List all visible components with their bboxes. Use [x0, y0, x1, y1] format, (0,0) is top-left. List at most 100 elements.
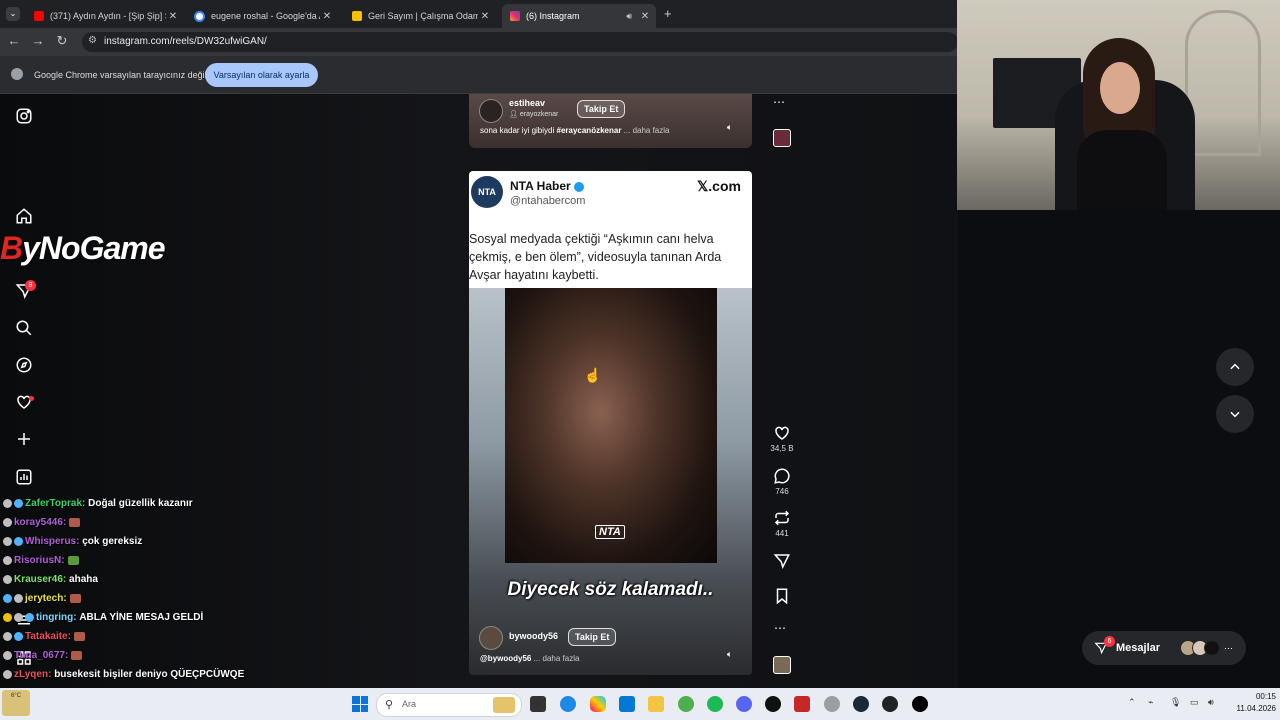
chrome-icon[interactable]: [678, 696, 694, 712]
follow-button[interactable]: Takip Et: [577, 100, 626, 118]
github-icon[interactable]: [765, 696, 781, 712]
set-default-button[interactable]: Varsayılan olarak ayarla: [205, 63, 318, 87]
new-tab-button[interactable]: +: [664, 6, 672, 21]
more-icon[interactable]: ⋯: [1224, 643, 1233, 654]
more-options-icon[interactable]: ⋯: [774, 621, 786, 635]
chevron-up-icon[interactable]: ⌃: [1128, 697, 1136, 708]
chat-line: Tatakaite:: [3, 627, 263, 646]
hashtag[interactable]: #eraycanözkenar: [557, 126, 622, 135]
mute-icon[interactable]: 🔈︎: [727, 649, 732, 660]
previous-reel[interactable]: estiheav 👤︎ erayozkenar Takip Et sona ka…: [469, 94, 752, 148]
close-icon[interactable]: ✕: [166, 11, 180, 22]
more-link[interactable]: ... daha fazla: [534, 654, 580, 663]
chat-line: RisoriusN:: [3, 551, 263, 570]
collab-name: erayozkenar: [519, 111, 559, 118]
caption-user[interactable]: @bywoody56: [480, 654, 531, 663]
mute-icon[interactable]: 🔈︎: [727, 122, 732, 133]
copilot-icon[interactable]: [590, 696, 606, 712]
tab-google[interactable]: eugene roshal - Google'da Ara ✕: [186, 4, 338, 28]
comment-icon: [774, 468, 790, 484]
taskbar-clock[interactable]: 00:15 11.04.2026: [1222, 691, 1276, 715]
discord-icon[interactable]: [736, 696, 752, 712]
edge-icon[interactable]: [560, 696, 576, 712]
repost-count: 441: [775, 529, 789, 538]
share-button[interactable]: [770, 552, 794, 572]
messages-button[interactable]: 6 Mesajlar ⋯: [1082, 631, 1246, 665]
badge-icon: [14, 499, 23, 508]
collab-user[interactable]: 👤︎ erayozkenar: [509, 110, 558, 118]
chat-text: busekesit bişiler deniyo QÜEÇPCÜWQE: [54, 669, 245, 680]
chat-line: koray5446:: [3, 513, 263, 532]
nta-watermark: NTA: [595, 525, 625, 539]
weather-widget[interactable]: 6°C: [2, 690, 30, 716]
tweet-text: Sosyal medyada çektiği “Aşkımın canı hel…: [469, 232, 722, 282]
file-explorer-icon[interactable]: [648, 696, 664, 712]
tab-search-button[interactable]: ⌄: [6, 7, 20, 21]
obs-icon[interactable]: [882, 696, 898, 712]
bynogame-logo: ByNoGame: [0, 230, 166, 267]
next-reel-button[interactable]: [1216, 395, 1254, 433]
tab-instagram[interactable]: (6) Instagram 🔊︎ ✕: [502, 4, 656, 28]
more-options-icon[interactable]: ⋯: [773, 95, 785, 109]
like-button[interactable]: 34,5 B: [770, 424, 794, 453]
home-icon[interactable]: [15, 207, 33, 225]
more-link[interactable]: ... daha fazla: [624, 126, 670, 135]
avatar[interactable]: [479, 626, 503, 650]
media-player-icon[interactable]: [912, 696, 928, 712]
current-reel[interactable]: NTA NTA Haber @ntahabercom 𝕏.com Sosyal …: [469, 171, 752, 675]
windows-start-icon[interactable]: [352, 696, 368, 712]
audio-thumbnail[interactable]: [773, 656, 791, 674]
url-text: instagram.com/reels/DW32ufwiGAN/: [104, 36, 267, 47]
faceit-icon[interactable]: [794, 696, 810, 712]
weather-temp: 6°C: [10, 693, 22, 699]
instagram-logo-icon[interactable]: [15, 107, 33, 125]
site-info-icon[interactable]: ⚙: [88, 35, 97, 46]
reload-button[interactable]: ↻: [54, 33, 70, 49]
network-icon[interactable]: ⌁: [1148, 697, 1153, 708]
taskbar-search[interactable]: ⚲ Ara: [376, 693, 522, 717]
previous-reel-button[interactable]: [1216, 348, 1254, 386]
badge-icon: [3, 575, 12, 584]
close-icon[interactable]: ✕: [638, 11, 652, 22]
reel-username[interactable]: bywoody56: [509, 631, 558, 641]
badge-icon: [3, 651, 12, 660]
search-placeholder: Ara: [402, 699, 417, 709]
close-icon[interactable]: ✕: [320, 11, 334, 22]
tab-strip: ⌄ (371) Aydın Aydın - [Şip Şip] Sı ✕ eug…: [0, 0, 958, 28]
volume-icon[interactable]: 🔊︎: [1208, 697, 1214, 708]
comment-button[interactable]: 746: [770, 467, 794, 496]
speaker-icon[interactable]: 🔊︎: [626, 11, 632, 22]
audio-thumbnail[interactable]: [773, 129, 791, 147]
repost-button[interactable]: 441: [770, 509, 794, 538]
instagram-icon: [510, 11, 520, 21]
settings-icon[interactable]: [824, 696, 840, 712]
reel-username[interactable]: estiheav: [509, 98, 545, 108]
chat-user: koray5446:: [14, 517, 67, 528]
chat-line: Krauser46: ahaha: [3, 570, 263, 589]
back-button[interactable]: ←: [6, 33, 22, 48]
cursor-hand-icon: ☝: [584, 367, 602, 383]
default-browser-infobar: Google Chrome varsayılan tarayıcınız değ…: [0, 56, 958, 94]
spotify-icon[interactable]: [707, 696, 723, 712]
save-button[interactable]: [770, 587, 794, 607]
follow-button[interactable]: Takip Et: [568, 628, 617, 646]
monitor-icon[interactable]: ▭: [1190, 697, 1199, 708]
tab-countdown[interactable]: Geri Sayım | Çalışma Odam ✕: [344, 4, 496, 28]
dashboard-icon[interactable]: [15, 468, 33, 486]
mic-icon[interactable]: 🎙︎: [1170, 697, 1181, 708]
badge-icon: [25, 613, 34, 622]
taskview-icon[interactable]: [530, 696, 546, 712]
tab-youtube[interactable]: (371) Aydın Aydın - [Şip Şip] Sı ✕: [26, 4, 184, 28]
avatar[interactable]: [479, 99, 503, 123]
explore-icon[interactable]: [15, 356, 33, 374]
badge-icon: [14, 537, 23, 546]
steam-icon[interactable]: [853, 696, 869, 712]
search-icon: ⚲: [385, 699, 394, 711]
search-icon[interactable]: [15, 319, 33, 337]
address-bar[interactable]: ⚙ instagram.com/reels/DW32ufwiGAN/: [82, 32, 958, 52]
close-icon[interactable]: ✕: [478, 11, 492, 22]
create-icon[interactable]: [15, 430, 33, 448]
forward-button[interactable]: →: [30, 33, 46, 48]
reel-caption: sona kadar iyi gibiydi #eraycanözkenar .…: [480, 126, 669, 135]
store-icon[interactable]: [619, 696, 635, 712]
